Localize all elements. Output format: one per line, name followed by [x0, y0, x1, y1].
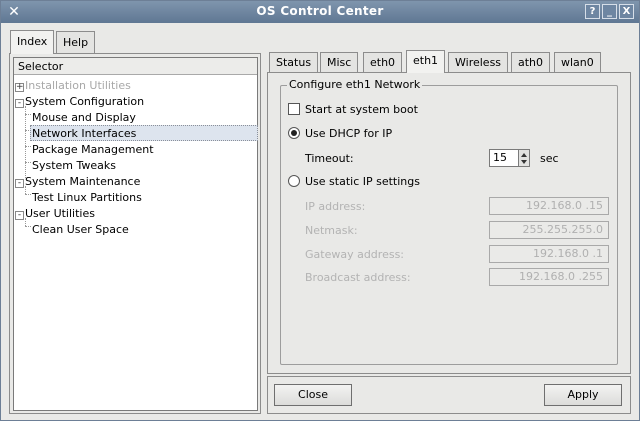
tree-connector [25, 162, 31, 163]
tab-ath0[interactable]: ath0 [511, 52, 551, 72]
configure-network-group: Configure eth1 Network Start at system b… [280, 78, 618, 365]
eth1-panel: Configure eth1 Network Start at system b… [267, 72, 631, 374]
tree-connector [25, 106, 26, 178]
chevron-up-icon[interactable] [521, 153, 527, 157]
minimize-button[interactable]: _ [602, 4, 617, 19]
ip-address-label: IP address: [305, 200, 366, 213]
selector-header: Selector [14, 58, 257, 75]
tree-connector [25, 146, 31, 147]
window-title: OS Control Center [256, 4, 384, 18]
tree-item-package-management[interactable]: Package Management [32, 142, 154, 158]
gateway-label: Gateway address: [305, 248, 405, 261]
collapse-icon[interactable]: - [15, 99, 24, 108]
tab-help[interactable]: Help [56, 31, 96, 53]
timeout-unit: sec [540, 152, 559, 165]
tree-item-test-linux-partitions[interactable]: Test Linux Partitions [32, 190, 142, 206]
collapse-icon[interactable]: - [15, 179, 24, 188]
timeout-label: Timeout: [305, 152, 354, 165]
tab-wlan0[interactable]: wlan0 [554, 52, 601, 72]
tree-item-user-utilities[interactable]: - User Utilities [15, 206, 95, 222]
tree-connector [25, 114, 31, 115]
selector-tree[interactable]: Selector +Installation Utilities - System… [13, 57, 258, 411]
close-button[interactable]: Close [274, 384, 352, 406]
tree-item-network-interfaces[interactable]: Network Interfaces [30, 125, 258, 141]
main-window: ✕ OS Control Center ? _ X Index Help Sel… [0, 0, 640, 421]
static-ip-radio[interactable] [288, 175, 300, 187]
button-bar: Close Apply [267, 376, 631, 414]
tree-item-system-maintenance[interactable]: - System Maintenance [15, 174, 140, 190]
tab-status[interactable]: Status [269, 52, 319, 72]
timeout-stepper[interactable] [518, 149, 530, 167]
tab-eth0[interactable]: eth0 [363, 52, 403, 72]
index-panel: Selector +Installation Utilities - System… [9, 53, 261, 414]
broadcast-label: Broadcast address: [305, 271, 411, 284]
collapse-icon[interactable]: - [15, 211, 24, 220]
start-at-boot-checkbox[interactable] [288, 103, 300, 115]
apply-button[interactable]: Apply [544, 384, 622, 406]
tree-item-mouse-and-display[interactable]: Mouse and Display [32, 110, 136, 126]
tab-index[interactable]: Index [10, 30, 55, 54]
expand-icon[interactable]: + [15, 83, 24, 92]
tab-wireless[interactable]: Wireless [448, 52, 509, 72]
broadcast-field[interactable]: 192.168.0 .255 [489, 268, 609, 286]
netmask-field[interactable]: 255.255.255.0 [489, 221, 609, 239]
tab-eth1[interactable]: eth1 [406, 50, 446, 73]
static-ip-label[interactable]: Use static IP settings [305, 175, 420, 188]
ip-address-field[interactable]: 192.168.0 .15 [489, 197, 609, 215]
netmask-label: Netmask: [305, 224, 358, 237]
tab-misc[interactable]: Misc [320, 52, 359, 72]
help-button[interactable]: ? [585, 4, 600, 19]
title-bar[interactable]: ✕ OS Control Center ? _ X [1, 1, 639, 23]
group-title: Configure eth1 Network [287, 78, 423, 91]
dhcp-label[interactable]: Use DHCP for IP [305, 127, 392, 140]
close-window-button[interactable]: X [619, 4, 634, 19]
tree-item-system-tweaks[interactable]: System Tweaks [32, 158, 116, 174]
tree-connector [25, 226, 31, 227]
dhcp-radio[interactable] [288, 127, 300, 139]
timeout-input[interactable]: 15 [489, 149, 519, 167]
start-at-boot-label[interactable]: Start at system boot [305, 103, 418, 116]
chevron-down-icon[interactable] [521, 160, 527, 164]
tree-item-system-configuration[interactable]: - System Configuration [15, 94, 144, 110]
tree-connector [25, 194, 31, 195]
tree-item-installation-utilities[interactable]: +Installation Utilities [15, 78, 131, 94]
gateway-field[interactable]: 192.168.0 .1 [489, 245, 609, 263]
tree-item-clean-user-space[interactable]: Clean User Space [32, 222, 129, 238]
